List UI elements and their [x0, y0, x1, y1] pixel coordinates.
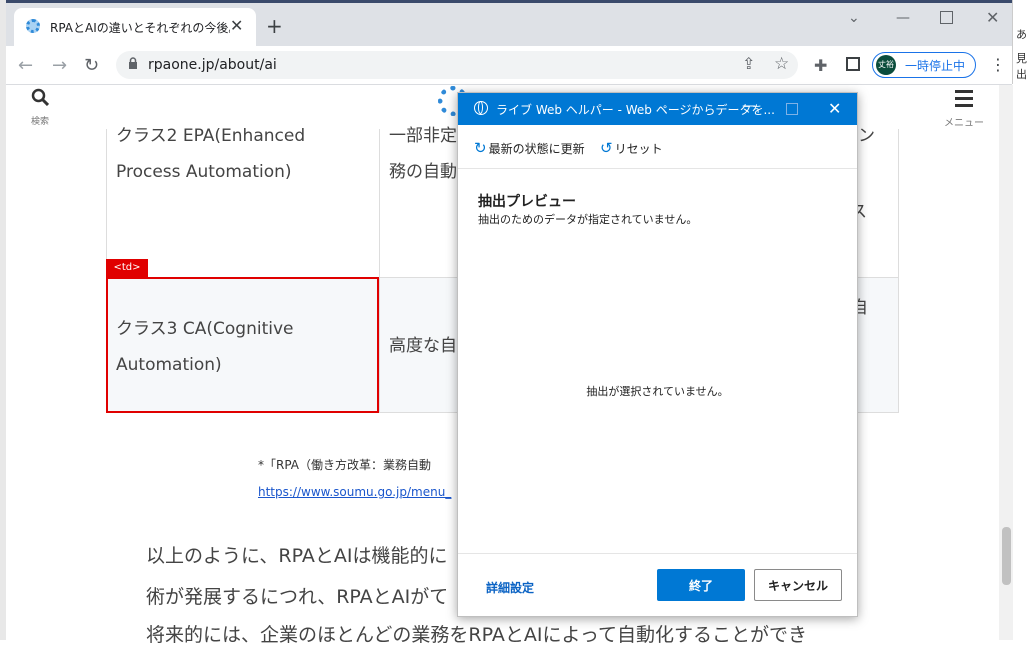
forward-arrow-icon[interactable]: →	[52, 55, 67, 76]
maximize-icon[interactable]	[940, 11, 953, 24]
scrollbar-thumb[interactable]	[1002, 527, 1011, 585]
refresh-icon: ↻	[474, 139, 487, 157]
reset-label: リセット	[614, 142, 663, 156]
bg-text-2: 見出	[1016, 52, 1027, 81]
paragraph-line: 術が発展するにつれ、RPAとAIがて	[146, 586, 449, 608]
browser-menu-icon[interactable]: ⋮	[990, 55, 1006, 74]
refresh-button[interactable]: ↻ 最新の状態に更新	[474, 139, 585, 157]
menu-label[interactable]: メニュー	[944, 114, 984, 129]
search-icon[interactable]	[31, 88, 49, 106]
avatar: 丈裕	[876, 55, 896, 75]
preview-subheading: 抽出のためのデータが指定されていません。	[478, 213, 698, 226]
footer-divider	[458, 553, 857, 554]
browser-tab[interactable]: RPAとAIの違いとそれぞれの今後。比 ✕	[14, 8, 256, 46]
cell-line: Process Automation)	[116, 162, 292, 182]
minimize-icon[interactable]: —	[896, 10, 910, 26]
reset-icon: ↺	[600, 139, 613, 157]
right-window-edge	[1013, 85, 1031, 640]
cell-line: クラス2 EPA(Enhanced	[116, 126, 306, 146]
advanced-settings-link[interactable]: 詳細設定	[486, 579, 534, 596]
share-icon[interactable]: ⇪	[742, 54, 755, 73]
cell-line: ン	[858, 126, 875, 146]
search-label[interactable]: 検索	[31, 114, 49, 127]
url-text[interactable]: rpaone.jp/about/ai	[148, 57, 277, 73]
side-panel-icon[interactable]	[846, 57, 860, 71]
lock-icon	[129, 57, 137, 69]
paragraph-line: 以上のように、RPAとAIは機能的に	[146, 545, 448, 567]
reset-button[interactable]: ↺ リセット	[600, 139, 663, 157]
new-tab-icon[interactable]: +	[266, 16, 283, 36]
background-window: あ 見出	[1012, 0, 1031, 84]
table-cell: クラス2 EPA(Enhanced Process Automation)	[106, 126, 380, 278]
hamburger-menu-icon[interactable]	[955, 90, 973, 111]
tab-search-icon[interactable]: ⌄	[848, 10, 860, 26]
footnote-text: *「RPA（働き方改革：業務自動	[258, 458, 432, 472]
profile-button[interactable]: 丈裕 一時停止中	[872, 52, 976, 78]
dialog-close-icon[interactable]: ✕	[828, 99, 841, 118]
reload-icon[interactable]: ↻	[84, 55, 99, 76]
site-favicon-icon	[26, 19, 40, 33]
dialog-title-bar[interactable]: ライブ Web ヘルパー - Web ページからデータを... — ✕	[458, 93, 857, 125]
footnote-link[interactable]: https://www.soumu.go.jp/menu_	[258, 485, 451, 499]
profile-status-label: 一時停止中	[905, 59, 966, 73]
preview-heading: 抽出プレビュー	[478, 194, 576, 210]
dialog-maximize-icon	[786, 103, 798, 115]
dialog-toolbar: ↻ 最新の状態に更新 ↺ リセット	[458, 125, 857, 169]
finish-button[interactable]: 終了	[657, 569, 745, 601]
cancel-button[interactable]: キャンセル	[754, 569, 842, 601]
tab-close-icon[interactable]: ✕	[230, 16, 243, 35]
extensions-puzzle-icon[interactable]: ✚	[814, 56, 827, 75]
live-web-helper-dialog: ライブ Web ヘルパー - Web ページからデータを... — ✕ ↻ 最新の…	[457, 92, 858, 617]
globe-icon	[474, 101, 488, 115]
cell-line: 一部非定	[389, 126, 457, 146]
refresh-label: 最新の状態に更新	[488, 142, 585, 156]
cell-line: 務の自動	[389, 162, 457, 182]
dialog-minimize-icon[interactable]: —	[742, 98, 756, 114]
dialog-title: ライブ Web ヘルパー - Web ページからデータを...	[496, 103, 775, 117]
paragraph-line: 将来的には、企業のほとんどの業務をRPAとAIによって自動化することができ	[146, 624, 807, 646]
cell-line: 高度な自	[389, 336, 457, 356]
tab-title: RPAとAIの違いとそれぞれの今後。比	[50, 21, 230, 35]
window-close-icon[interactable]: ✕	[986, 8, 999, 27]
selection-highlight	[106, 277, 379, 413]
element-tag-label: <td>	[106, 259, 148, 277]
address-bar[interactable]: rpaone.jp/about/ai ⇪ ☆	[116, 51, 798, 79]
bg-text-1: あ	[1016, 28, 1027, 41]
bookmark-star-icon[interactable]: ☆	[774, 54, 789, 74]
back-arrow-icon[interactable]: ←	[18, 55, 33, 76]
empty-state-message: 抽出が選択されていません。	[586, 385, 729, 398]
